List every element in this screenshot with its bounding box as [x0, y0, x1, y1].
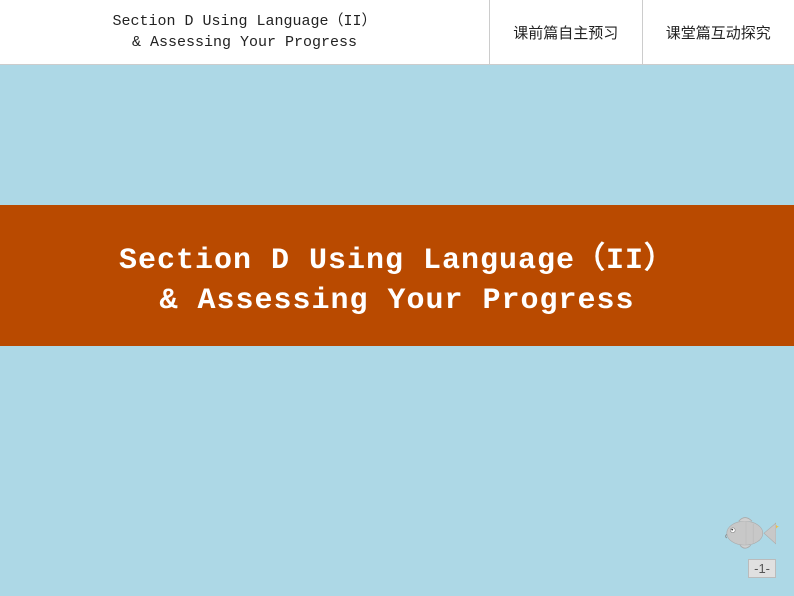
page-number: -1-: [748, 559, 776, 578]
bottom-area: [0, 346, 794, 596]
banner-line2: & Assessing Your Progress: [159, 284, 634, 318]
section-banner: Section D Using Language（II） & Assessing…: [0, 205, 794, 346]
banner-line1: Section D Using Language（II）: [119, 233, 675, 278]
header-title: Section D Using Language（II） & Assessing…: [0, 0, 490, 64]
tab-self-study[interactable]: 课前篇自主预习: [490, 0, 643, 64]
header-title-line1: Section D Using Language（II）: [112, 11, 376, 32]
header-title-line2: & Assessing Your Progress: [112, 32, 376, 53]
fish-icon: [716, 507, 776, 557]
tab-classroom[interactable]: 课堂篇互动探究: [643, 0, 794, 64]
fish-decoration-area: -1-: [716, 507, 776, 578]
header-bar: Section D Using Language（II） & Assessing…: [0, 0, 794, 65]
top-spacer: [0, 65, 794, 205]
main-content: Section D Using Language（II） & Assessing…: [0, 65, 794, 596]
